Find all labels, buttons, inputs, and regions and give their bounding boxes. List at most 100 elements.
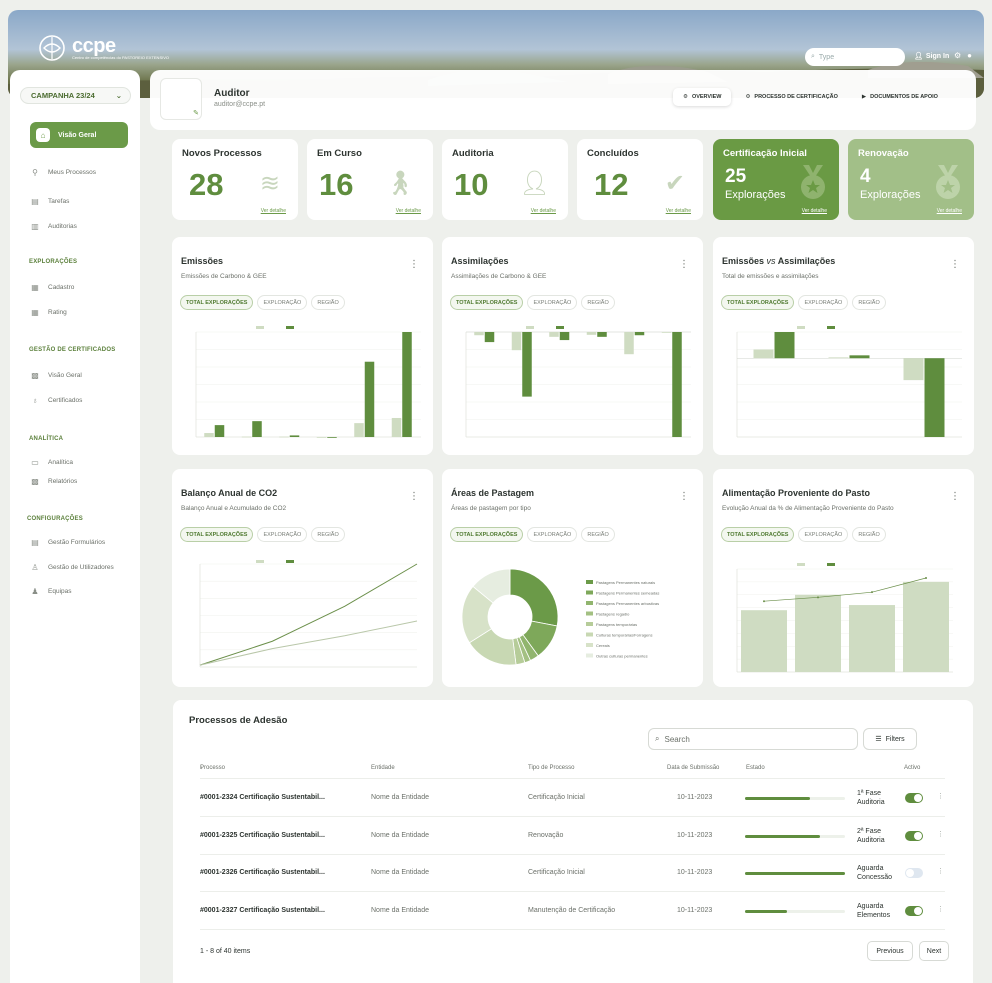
legend-swatch [586, 632, 593, 637]
sidebar-item-visao-geral[interactable]: ⌂ Visão Geral [30, 122, 128, 148]
stat-value: 10 [454, 167, 489, 202]
sidebar-item-cert-visao-geral[interactable]: ▩ Visão Geral [30, 371, 82, 380]
header-entidade: Entidade [371, 765, 395, 771]
sidebar-item-certificados[interactable]: ♁ Certificados [30, 396, 82, 405]
brand-logo[interactable]: ccpe Centro de competências do PASTOREIO… [38, 34, 169, 62]
stat-card-concluidos: Concluídos 12 ✔ Ver detalhe [577, 139, 703, 220]
row-options-icon[interactable]: ⋮ [937, 905, 944, 913]
table-row[interactable]: #0001-2326 Certificação Sustentabil... No… [200, 855, 945, 892]
ver-detalhe-link[interactable]: Ver detalhe [531, 208, 556, 214]
progress-fill [745, 872, 845, 875]
bar [597, 332, 607, 337]
top-search-input[interactable]: ⌕ Type [805, 48, 905, 66]
sidebar-item-meus-processos[interactable]: ⚲ Meus Processos [30, 168, 96, 177]
bar [586, 332, 597, 335]
point [817, 596, 819, 599]
active-toggle[interactable] [905, 905, 923, 916]
brand-subtitle: Centro de competências do PASTOREIO EXTE… [72, 54, 170, 60]
bar [484, 332, 495, 343]
sidebar-item-rating[interactable]: ▦ Rating [30, 308, 67, 317]
sidebar-item-label: Analítica [48, 459, 73, 466]
cell-processo[interactable]: #0001-2325 Certificação Sustentabil... [200, 832, 325, 839]
search-input[interactable]: ⌕ Search [648, 728, 858, 750]
table-row[interactable]: #0001-2325 Certificação Sustentabil... No… [200, 818, 945, 855]
stat-card-novos-processos: Novos Processos 28 ≋ Ver detalhe [172, 139, 298, 220]
series-line [199, 620, 418, 666]
notification-icon[interactable]: ● [967, 51, 972, 60]
legend-label: Pastagens Permanentes semeadas [596, 591, 659, 596]
table-header: Processo ↓ Entidade Tipo de Processo Dat… [200, 765, 945, 779]
toggle-knob [914, 831, 922, 840]
bar [624, 332, 634, 355]
sign-in-link[interactable]: 👤︎ Sign In [914, 52, 949, 61]
edit-icon[interactable]: ✎ [193, 109, 199, 117]
legend-swatch [827, 326, 835, 329]
search-icon: ⌕ [811, 53, 815, 60]
previous-button[interactable]: Previous [867, 941, 913, 961]
ver-detalhe-link[interactable]: Ver detalhe [666, 208, 691, 214]
sidebar-item-label: Auditorias [48, 223, 77, 230]
toggle-knob [906, 869, 914, 877]
sidebar: CAMPANHA 23/24 ⌄ ⌂ Visão Geral ⚲ Meus Pro… [10, 70, 140, 983]
legend-label: Pastagens temporárias [596, 622, 637, 627]
next-button[interactable]: Next [919, 941, 949, 961]
bar [354, 423, 364, 437]
table-row[interactable]: #0001-2327 Certificação Sustentabil... No… [200, 893, 945, 930]
section-gestao-certificados: GESTÃO DE CERTIFICADOS [29, 347, 116, 353]
header-processo[interactable]: Processo ↓ [200, 765, 225, 771]
legend-swatch [526, 326, 534, 329]
gear-icon[interactable]: ⚙︎ [954, 51, 961, 60]
active-toggle[interactable] [905, 793, 923, 803]
ver-detalhe-link[interactable]: Ver detalhe [802, 208, 827, 214]
tab-documentos-apoio[interactable]: ▶ DOCUMENTOS DE APOIO [852, 88, 948, 106]
progress-bar [745, 834, 845, 838]
bar [289, 435, 300, 437]
cell-processo[interactable]: #0001-2326 Certificação Sustentabil... [200, 869, 325, 876]
active-toggle[interactable] [905, 868, 923, 878]
document-icon: ▶ [861, 94, 867, 100]
campaign-select[interactable]: CAMPANHA 23/24 ⌄ [20, 87, 131, 104]
toggle-knob [914, 794, 922, 802]
sidebar-item-gestao-utilizadores[interactable]: ♙ Gestão de Utilizadores [30, 563, 113, 572]
active-toggle[interactable] [905, 830, 923, 841]
medal-icon [936, 165, 960, 199]
check-circle-icon: ✔ [664, 170, 685, 197]
legend-swatch [586, 653, 593, 658]
bar [522, 332, 532, 397]
tab-processo-certificacao[interactable]: ⚙︎ PROCESSO DE CERTIFICAÇÃO [735, 88, 847, 106]
progress-bar [745, 872, 845, 875]
bar [828, 357, 849, 359]
ver-detalhe-link[interactable]: Ver detalhe [396, 208, 421, 214]
legend-swatch [586, 601, 593, 605]
row-options-icon[interactable]: ⋮ [937, 792, 944, 800]
cell-processo[interactable]: #0001-2324 Certificação Sustentabil... [200, 794, 325, 801]
sidebar-item-equipas[interactable]: ♟ Equipas [30, 587, 71, 596]
legend-swatch [586, 611, 593, 616]
bar [279, 436, 289, 438]
stat-card-renovacao: Renovação 4 Explorações Ver detalhe [848, 139, 974, 220]
sidebar-item-analitica[interactable]: ▭ Analítica [30, 458, 73, 467]
team-icon: ♟ [31, 587, 39, 596]
table-row[interactable]: #0001-2324 Certificação Sustentabil... No… [200, 780, 945, 817]
cell-estado: Aguarda Concessão [857, 865, 893, 881]
sidebar-item-cadastro[interactable]: ▦ Cadastro [30, 283, 74, 292]
filters-button[interactable]: ☰ Filters [863, 728, 917, 750]
row-options-icon[interactable]: ⋮ [937, 830, 944, 838]
sidebar-item-relatorios[interactable]: ▩ Relatórios [30, 477, 77, 486]
sidebar-item-tarefas[interactable]: ▤ Tarefas [30, 197, 69, 206]
sidebar-item-auditorias[interactable]: ▥ Auditorias [30, 222, 77, 231]
legend-label: Pastagens Permanentes naturais [596, 580, 655, 585]
stat-value: 25 [725, 166, 747, 187]
row-options-icon[interactable]: ⋮ [937, 867, 944, 875]
cell-data: 10-11-2023 [677, 869, 713, 876]
bar [559, 332, 570, 341]
avatar[interactable]: ✎ [160, 78, 202, 120]
document-icon: ▥ [31, 222, 39, 231]
tab-overview[interactable]: ⚙︎ OVERVIEW [673, 88, 732, 106]
cell-processo[interactable]: #0001-2327 Certificação Sustentabil... [200, 907, 325, 914]
ver-detalhe-link[interactable]: Ver detalhe [261, 208, 286, 214]
sidebar-item-label: Certificados [48, 397, 83, 404]
ver-detalhe-link[interactable]: Ver detalhe [937, 208, 962, 214]
bar [511, 332, 522, 351]
sidebar-item-gestao-formularios[interactable]: ▤ Gestão Formulários [30, 538, 105, 547]
